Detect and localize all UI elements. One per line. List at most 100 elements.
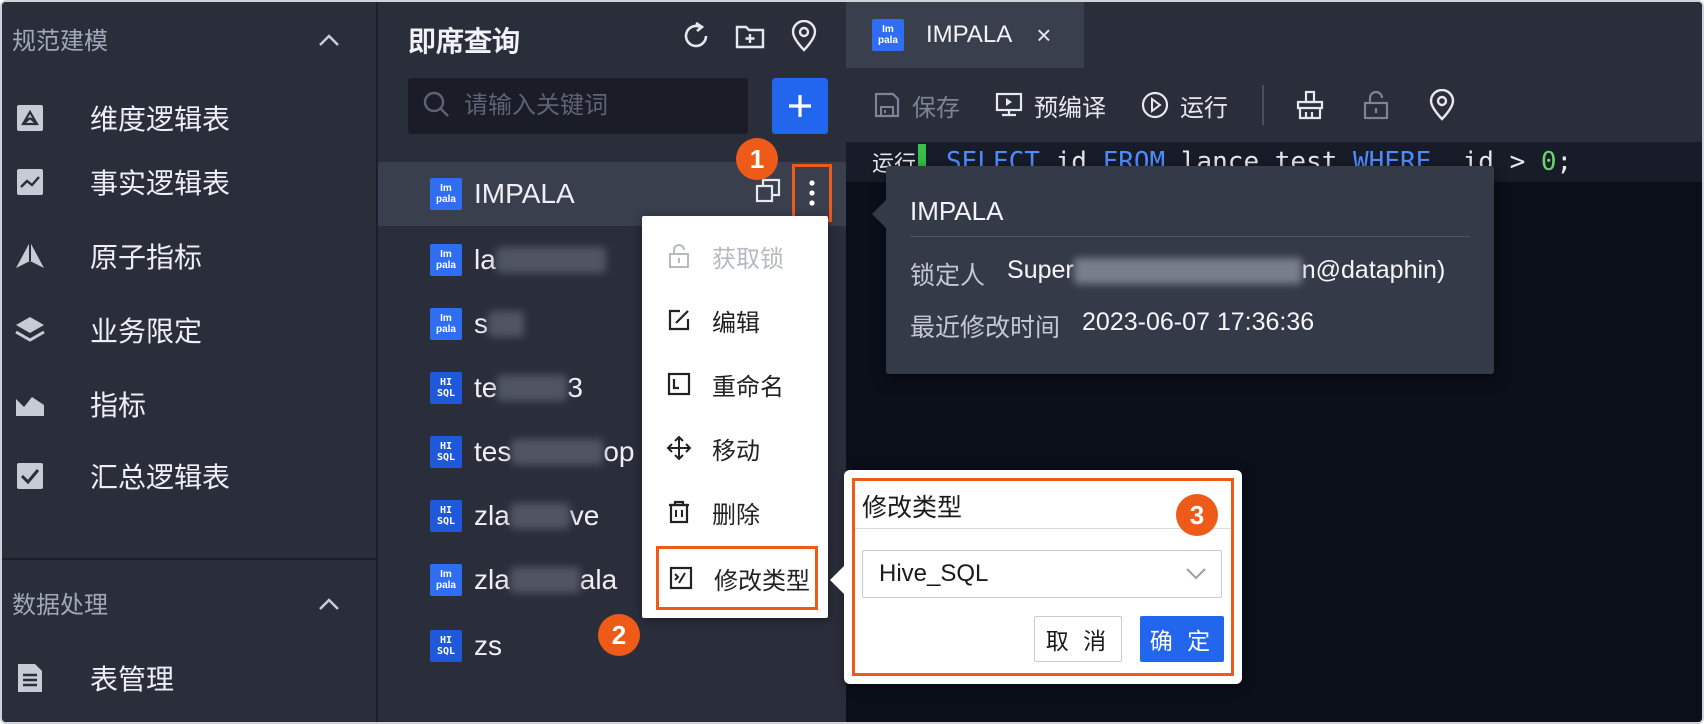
- precompile-button[interactable]: 预编译: [994, 88, 1106, 123]
- menu-item-acquire-lock[interactable]: 获取锁: [642, 224, 828, 288]
- type-select[interactable]: Hive_SQL: [862, 550, 1222, 598]
- play-circle-icon: [1140, 90, 1170, 120]
- code-text: ;: [1556, 147, 1573, 177]
- layers-icon: [12, 312, 48, 348]
- new-folder-icon[interactable]: [734, 20, 766, 52]
- editor-toolbar: 保存 预编译 运行: [846, 68, 1702, 142]
- impala-type-icon: Im pala: [430, 564, 462, 596]
- rename-icon: [666, 371, 692, 397]
- nav-item-label: 维度逻辑表: [90, 104, 231, 135]
- hisql-type-icon: HI SQL: [430, 372, 462, 404]
- fact-table-icon: [12, 164, 48, 200]
- location-pin-icon[interactable]: [1426, 88, 1458, 121]
- app-window: 规范建模 维度逻辑表 事实逻辑表 原子指标 业务限定 指标 汇总逻辑表 数据处理…: [0, 0, 1704, 724]
- redacted-text: [509, 503, 570, 529]
- nav-section-data-processing[interactable]: 数据处理: [2, 566, 376, 638]
- menu-item-label: 重命名: [712, 373, 784, 401]
- menu-item-label: 删除: [712, 501, 760, 529]
- redacted-text: [1073, 258, 1302, 285]
- change-type-icon: [668, 565, 694, 591]
- redacted-text: [511, 439, 604, 465]
- nav-item-label: 业务限定: [90, 316, 203, 347]
- tooltip-locker-row: 锁定人 Super n@dataphin): [910, 256, 1445, 292]
- nav-divider: [2, 558, 376, 560]
- nav-section-label: 规范建模: [12, 27, 108, 55]
- redacted-text: [497, 375, 568, 401]
- menu-item-edit[interactable]: 编辑: [642, 288, 828, 352]
- nav-item-label: 事实逻辑表: [90, 168, 231, 199]
- dimension-table-icon: [12, 100, 48, 136]
- lock-info-tooltip: IMPALA 锁定人 Super n@dataphin) 最近修改时间 2023-…: [872, 166, 1494, 374]
- step-badge-2: 2: [598, 614, 640, 656]
- hisql-type-icon: HI SQL: [430, 630, 462, 662]
- confirm-button[interactable]: 确 定: [1140, 616, 1224, 662]
- menu-item-label: 编辑: [712, 309, 760, 337]
- impala-type-icon: Im pala: [430, 308, 462, 340]
- menu-item-label: 移动: [712, 437, 760, 465]
- nav-item-label: 汇总逻辑表: [90, 462, 231, 493]
- lock-open-icon[interactable]: [1360, 89, 1392, 121]
- precompile-icon: [994, 90, 1024, 120]
- nav-item-summary-table[interactable]: 汇总逻辑表: [2, 436, 376, 516]
- chevron-up-icon[interactable]: [318, 23, 340, 54]
- refresh-icon[interactable]: [680, 20, 712, 52]
- panel-toolbar: [680, 19, 820, 52]
- file-name: la: [474, 244, 496, 275]
- nav-item-business-filter[interactable]: 业务限定: [2, 290, 376, 370]
- location-pin-icon[interactable]: [788, 19, 820, 52]
- panel-title: 即席查询: [408, 26, 521, 57]
- menu-item-change-type[interactable]: 修改类型: [656, 546, 818, 610]
- code-number: 0: [1540, 147, 1557, 177]
- add-query-button[interactable]: [772, 78, 828, 134]
- menu-item-label: 获取锁: [712, 245, 784, 273]
- tooltip-divider: [910, 236, 1470, 237]
- file-name: zs: [474, 630, 502, 661]
- table-manage-icon: [12, 660, 48, 696]
- redacted-text: [509, 567, 580, 593]
- context-menu: 获取锁 编辑 重命名 移动 删除 修改类型: [642, 216, 828, 618]
- menu-item-delete[interactable]: 删除: [642, 480, 828, 544]
- plus-icon: [789, 95, 811, 117]
- redacted-text: [488, 311, 524, 337]
- menu-item-move[interactable]: 移动: [642, 416, 828, 480]
- delete-icon: [666, 499, 692, 525]
- search-icon: [422, 90, 450, 123]
- more-vertical-icon: [809, 180, 815, 206]
- search-input[interactable]: [464, 92, 734, 120]
- more-options-button[interactable]: [792, 164, 832, 222]
- type-select-value: Hive_SQL: [879, 560, 989, 587]
- save-button[interactable]: 保存: [872, 88, 960, 123]
- cancel-button[interactable]: 取 消: [1034, 616, 1122, 662]
- file-name: zla: [474, 564, 510, 595]
- copy-icon[interactable]: [754, 177, 782, 210]
- move-icon: [666, 435, 692, 461]
- hisql-type-icon: HI SQL: [430, 500, 462, 532]
- nav-section-modeling[interactable]: 规范建模: [2, 2, 376, 74]
- left-nav: 规范建模 维度逻辑表 事实逻辑表 原子指标 业务限定 指标 汇总逻辑表 数据处理…: [2, 2, 376, 722]
- menu-item-rename[interactable]: 重命名: [642, 352, 828, 416]
- file-name: te: [474, 372, 498, 403]
- impala-type-icon: Im pala: [872, 19, 904, 51]
- nav-item-label: 表管理: [90, 664, 175, 695]
- edit-icon: [666, 307, 692, 333]
- redacted-text: [495, 247, 606, 273]
- tab-bar: Im pala IMPALA ×: [846, 2, 1702, 68]
- tab-impala[interactable]: Im pala IMPALA ×: [846, 2, 1084, 68]
- modified-label: 最近修改时间: [910, 314, 1061, 342]
- run-button[interactable]: 运行: [1140, 88, 1228, 123]
- nav-item-metric[interactable]: 指标: [2, 364, 376, 444]
- hisql-type-icon: HI SQL: [430, 436, 462, 468]
- modified-value: 2023-06-07 17:36:36: [1082, 308, 1315, 336]
- close-icon[interactable]: ×: [1036, 20, 1051, 51]
- locker-label: 锁定人: [910, 262, 986, 290]
- tooltip-title: IMPALA: [910, 196, 1004, 226]
- nav-item-table-manage[interactable]: 表管理: [2, 638, 376, 718]
- save-icon: [872, 90, 902, 120]
- nav-item-atomic-metric[interactable]: 原子指标: [2, 216, 376, 296]
- nav-item-fact-table[interactable]: 事实逻辑表: [2, 142, 376, 222]
- format-brush-icon[interactable]: [1294, 89, 1326, 121]
- lock-open-icon: [666, 243, 692, 269]
- atomic-metric-icon: [12, 238, 48, 274]
- tab-label: IMPALA: [926, 21, 1013, 48]
- chevron-up-icon[interactable]: [318, 587, 340, 618]
